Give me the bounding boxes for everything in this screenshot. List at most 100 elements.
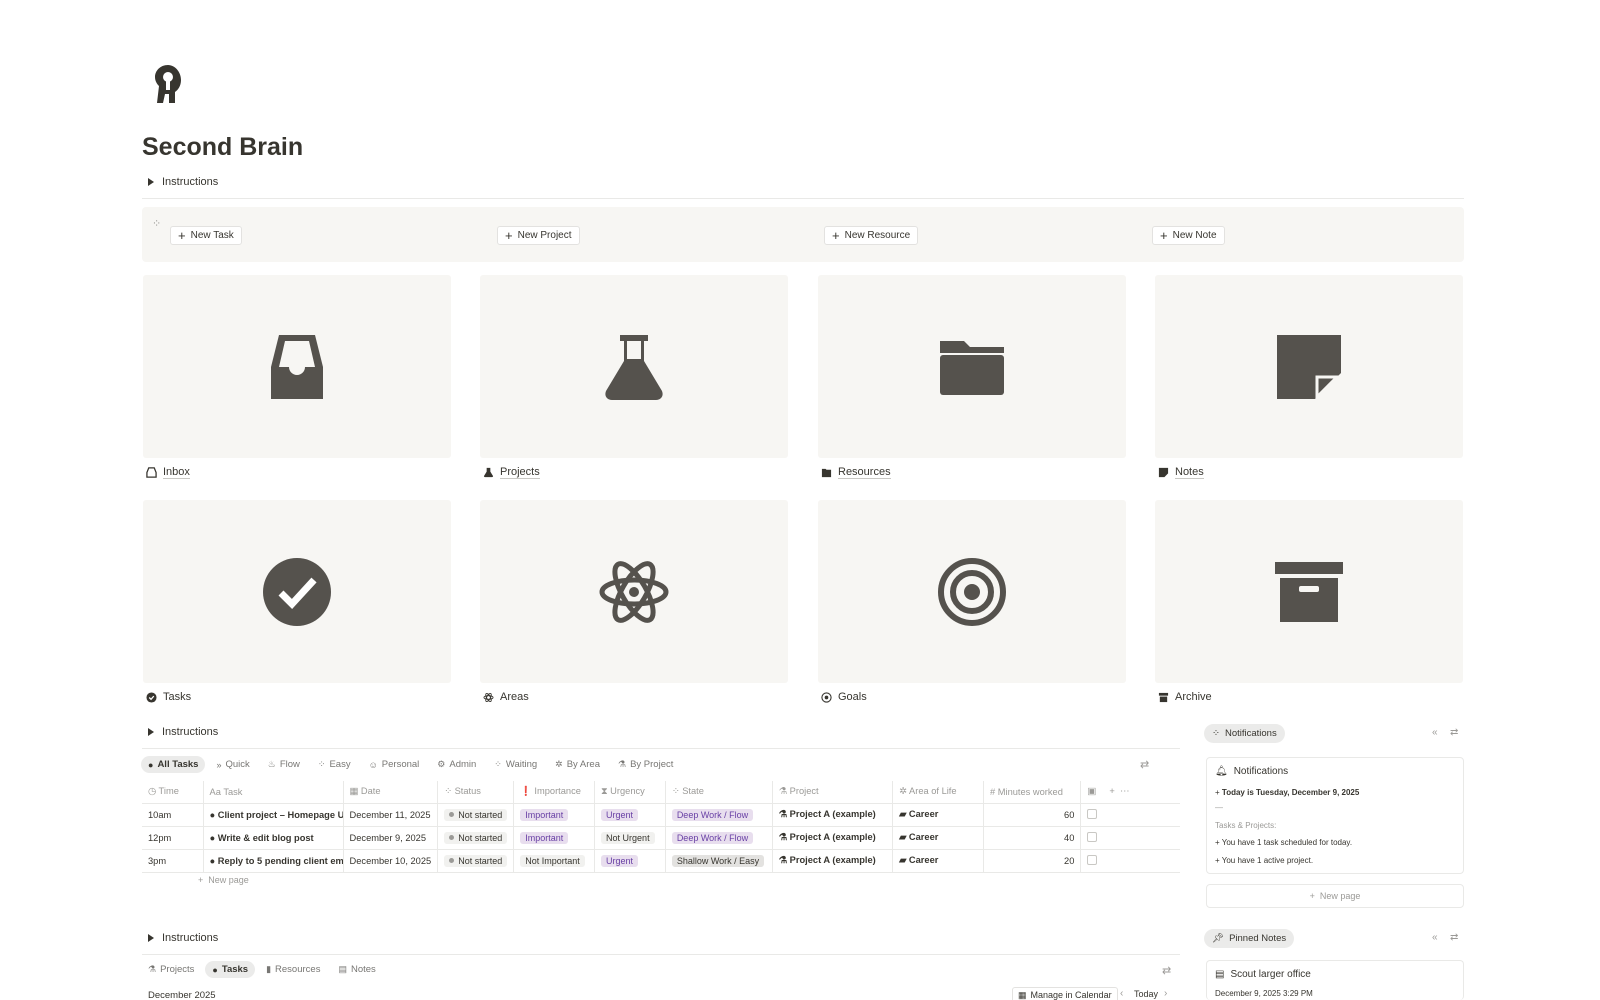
notifications-card[interactable]: 🔔︎ Notifications + Today is Tuesday, Dece… [1206,757,1464,874]
archive-checkbox[interactable] [1087,808,1098,819]
calendar-instructions-toggle[interactable]: Instructions [148,932,218,944]
pinned-note-card[interactable]: ▤ Scout larger office December 9, 2025 3:… [1206,960,1464,1000]
archive-card[interactable] [1155,500,1463,683]
clock-icon: ◷ [148,786,157,797]
tasks-link[interactable]: Tasks [146,691,191,703]
archive-link[interactable]: Archive [1158,691,1212,703]
new-page-button[interactable]: + New page [198,875,249,885]
tasks-card[interactable] [143,500,451,683]
importance-badge: Important [520,831,569,844]
loading-icon: ⁘ [1212,728,1220,739]
calendar-icon: ▦ [349,786,359,797]
archive-checkbox[interactable] [1087,854,1098,865]
more-icon[interactable]: ⋯ [1120,786,1129,796]
table-row[interactable]: 10am ● Client project – Homepage UI Dece… [142,803,1180,827]
archive-icon: ▣ [1087,786,1097,797]
tab-projects[interactable]: ⚗ Projects [141,961,201,978]
importance-badge: Important [520,808,569,821]
new-note-button[interactable]: + New Note [1152,226,1225,245]
tab-tasks[interactable]: ● Tasks [205,961,256,978]
column-header[interactable]: ▦ Date [342,781,438,804]
flask-icon: ⚗ [778,809,788,819]
column-header[interactable]: ◷ Time [142,781,204,804]
divider [142,954,1180,955]
notes-card[interactable] [1155,275,1463,458]
tab-all-tasks[interactable]: ● All Tasks [141,756,206,773]
tab-admin[interactable]: ⚙ Admin [430,756,483,773]
column-header[interactable]: ⚗ Project [771,781,893,804]
goals-card[interactable] [818,500,1126,683]
bell-icon: 🔔︎ [1215,766,1228,777]
filter-settings-icon[interactable]: ⇄ [1450,727,1458,738]
filter-settings-icon[interactable]: ⇄ [1140,758,1149,771]
flask-icon: ⚗ [778,855,788,865]
column-header[interactable]: ⁘ Status [437,781,514,804]
table-row[interactable]: 12pm ● Write & edit blog post December 9… [142,826,1180,850]
resources-link[interactable]: Resources [821,466,891,479]
notifications-tab[interactable]: ⁘ Notifications [1204,724,1285,743]
next-icon[interactable]: › [1164,988,1167,999]
column-header[interactable]: ✲ Area of Life [892,781,984,804]
atom-icon: ✲ [899,786,907,797]
state-badge: Deep Work / Flow [671,831,754,844]
tab-personal[interactable]: ☺ Personal [362,756,427,773]
filter-settings-icon[interactable]: ⇄ [1162,964,1171,977]
tab-resources[interactable]: ▮ Resources [259,961,327,978]
new-resource-button[interactable]: + New Resource [824,226,919,245]
archive-icon [1275,561,1343,622]
column-header[interactable]: ⧗ Urgency [594,781,666,804]
inbox-link[interactable]: Inbox [146,466,190,479]
tasks-table: ◷ Time Aa Task ▦ Date ⁘ Status ❗ Importa… [142,781,1180,873]
filter-settings-icon[interactable]: ⇄ [1450,932,1458,943]
pinned-notes-tab[interactable]: 📌︎ Pinned Notes [1204,929,1295,948]
hash-icon: # [990,786,996,797]
tab-quick[interactable]: » Quick [209,756,256,773]
loading-icon: ⁘ [152,218,162,230]
status-badge: Not started [444,831,508,844]
column-header[interactable]: ❗ Importance [513,781,595,804]
column-header[interactable]: Aa Task [202,781,344,804]
new-project-button[interactable]: + New Project [497,226,580,245]
areas-link[interactable]: Areas [483,691,529,703]
notifications-new-page-button[interactable]: + New page [1206,884,1464,908]
briefcase-icon: ▰ [899,832,907,842]
flask-icon: ⚗ [778,786,788,797]
add-column-icon[interactable]: + [1109,786,1114,796]
tab-flow[interactable]: ♨ Flow [261,756,307,773]
tab-notes[interactable]: ▤ Notes [331,961,382,978]
collapse-icon[interactable]: « [1432,727,1438,738]
today-button[interactable]: Today [1134,989,1158,999]
goals-link[interactable]: Goals [821,691,867,703]
collapse-icon[interactable]: « [1432,932,1438,943]
loading-icon: ⁘ [671,786,680,797]
new-task-button[interactable]: + New Task [170,226,242,245]
status-badge: Not started [444,808,508,821]
check-circle-icon: ● [209,809,216,820]
target-icon [938,557,1006,626]
tab-easy[interactable]: ⁘ Easy [311,756,358,773]
urgency-badge: Not Urgent [601,831,655,844]
column-header[interactable]: ⁘ State [664,781,773,804]
note-icon [1277,334,1341,401]
tab-waiting[interactable]: ⁘ Waiting [487,756,544,773]
archive-checkbox[interactable] [1087,831,1098,842]
calendar-tabs: ⚗ Projects ● Tasks ▮ Resources ▤ Notes [141,961,383,978]
manage-in-calendar-button[interactable]: ▦ Manage in Calendar [1012,987,1118,1000]
tab-by-area[interactable]: ✲ By Area [548,756,607,773]
page-title: Second Brain [142,133,304,161]
tasks-instructions-toggle[interactable]: Instructions [148,726,218,738]
projects-card[interactable] [480,275,788,458]
areas-card[interactable] [480,500,788,683]
projects-link[interactable]: Projects [483,466,540,479]
previous-icon[interactable]: ‹ [1120,988,1123,999]
archive-column-header[interactable]: ▣ [1080,781,1104,804]
note-icon: ▤ [1215,969,1225,980]
instructions-toggle[interactable]: Instructions [148,176,218,188]
resources-card[interactable] [818,275,1126,458]
notes-link[interactable]: Notes [1158,466,1204,479]
table-row[interactable]: 3pm ● Reply to 5 pending client emails D… [142,849,1180,873]
tab-by-project[interactable]: ⚗ By Project [611,756,680,773]
inbox-card[interactable] [143,275,451,458]
column-header[interactable]: # Minutes worked [983,781,1081,804]
gear-search-icon: ⚙ [437,759,446,769]
